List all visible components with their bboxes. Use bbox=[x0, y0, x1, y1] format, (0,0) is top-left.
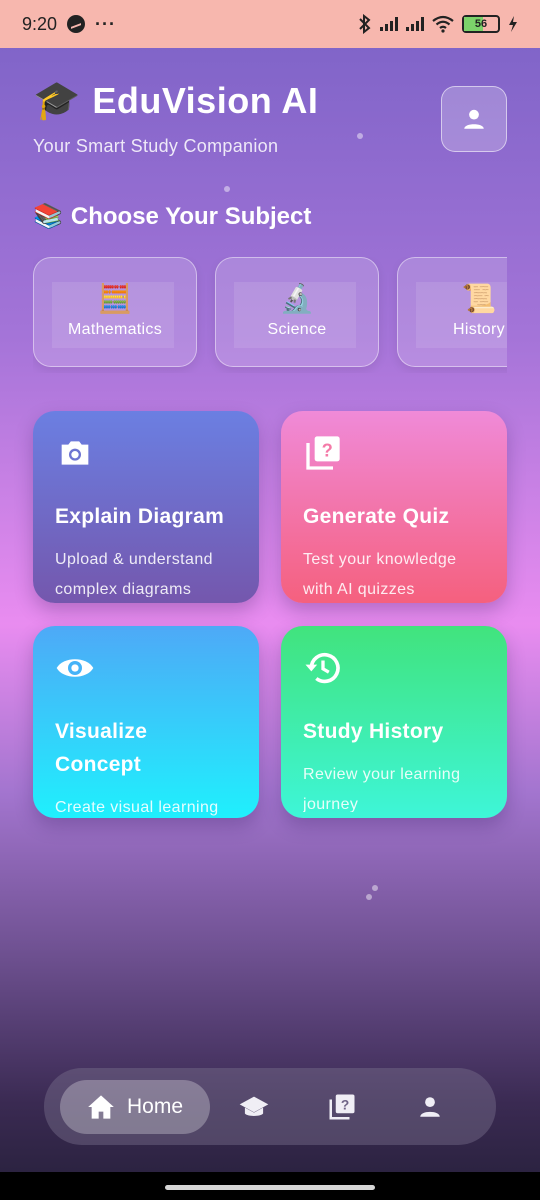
subject-label: Science bbox=[267, 321, 327, 338]
svg-text:?: ? bbox=[322, 439, 333, 460]
abacus-icon: 🧮 bbox=[97, 283, 133, 314]
charging-icon bbox=[509, 16, 517, 32]
bottom-navigation: Home ? bbox=[44, 1068, 496, 1145]
card-description: Upload & understand complex diagrams bbox=[55, 551, 213, 597]
study-history-card[interactable]: Study History Review your learning journ… bbox=[281, 626, 507, 818]
graduation-cap-icon: 🎓 bbox=[33, 80, 81, 122]
nav-profile-tab[interactable] bbox=[386, 1080, 474, 1134]
app-header: 🎓 EduVision AI Your Smart Study Companio… bbox=[33, 80, 507, 157]
nav-home-label: Home bbox=[126, 1094, 184, 1118]
sparkle-decoration bbox=[372, 885, 378, 891]
card-description: Review your learning journey bbox=[303, 766, 461, 812]
nav-home-tab[interactable]: Home bbox=[60, 1079, 210, 1134]
person-icon bbox=[464, 109, 484, 129]
generate-quiz-card[interactable]: ? Generate Quiz Test your knowledge with… bbox=[281, 411, 507, 603]
wifi-icon bbox=[432, 15, 454, 33]
card-title: Explain Diagram bbox=[55, 505, 225, 528]
subject-carousel[interactable]: 🧮 Mathematics 🔬 Science 📜 History bbox=[33, 257, 507, 373]
graduation-cap-icon bbox=[239, 1096, 269, 1116]
visualize-concept-card[interactable]: Visualize Concept Create visual learning… bbox=[33, 626, 259, 818]
eye-icon bbox=[56, 659, 94, 677]
home-indicator[interactable] bbox=[165, 1185, 375, 1190]
sparkle-decoration bbox=[366, 894, 372, 900]
signal-icon bbox=[380, 17, 398, 31]
camera-icon bbox=[61, 441, 89, 465]
battery-level: 56 bbox=[474, 18, 488, 30]
quiz-icon: ? bbox=[329, 1094, 355, 1119]
subject-card-science[interactable]: 🔬 Science bbox=[215, 257, 379, 367]
explain-diagram-card[interactable]: Explain Diagram Upload & understand comp… bbox=[33, 411, 259, 603]
books-icon: 📚 bbox=[33, 203, 63, 230]
nav-quiz-tab[interactable]: ? bbox=[298, 1080, 386, 1134]
card-title: Visualize Concept bbox=[55, 720, 148, 776]
sparkle-decoration bbox=[224, 186, 230, 192]
microscope-icon: 🔬 bbox=[279, 283, 315, 314]
home-icon bbox=[88, 1094, 114, 1119]
card-title: Study History bbox=[303, 720, 444, 743]
svg-text:?: ? bbox=[341, 1097, 349, 1112]
app-title: EduVision AI bbox=[92, 80, 319, 121]
subject-label: History bbox=[453, 321, 505, 338]
subject-card-mathematics[interactable]: 🧮 Mathematics bbox=[33, 257, 197, 367]
app-subtitle: Your Smart Study Companion bbox=[33, 136, 279, 156]
messenger-icon bbox=[67, 15, 86, 33]
card-title: Generate Quiz bbox=[303, 505, 450, 528]
section-title: 📚 Choose Your Subject bbox=[33, 202, 311, 231]
section-title-text: Choose Your Subject bbox=[70, 202, 312, 230]
battery-icon: 56 bbox=[462, 15, 500, 33]
nav-learn-tab[interactable] bbox=[210, 1080, 298, 1134]
subject-card-history[interactable]: 📜 History bbox=[397, 257, 507, 367]
quiz-icon: ? bbox=[306, 436, 340, 470]
card-description: Create visual learning aids bbox=[55, 799, 219, 816]
bluetooth-icon bbox=[359, 14, 371, 34]
more-notifications-icon: ··· bbox=[95, 13, 117, 34]
profile-button[interactable] bbox=[441, 86, 507, 152]
status-time: 9:20 bbox=[22, 13, 58, 34]
person-icon bbox=[420, 1096, 440, 1117]
scroll-icon: 📜 bbox=[461, 283, 497, 314]
status-bar: 9:20 ··· 56 bbox=[0, 0, 540, 48]
subject-label: Mathematics bbox=[68, 321, 162, 338]
history-icon bbox=[305, 652, 340, 684]
app-screen: 9:20 ··· 56 🎓 EduVision AI Your Smart St… bbox=[0, 0, 540, 1200]
card-description: Test your knowledge with AI quizzes bbox=[303, 551, 457, 597]
signal-icon-2 bbox=[406, 17, 424, 31]
